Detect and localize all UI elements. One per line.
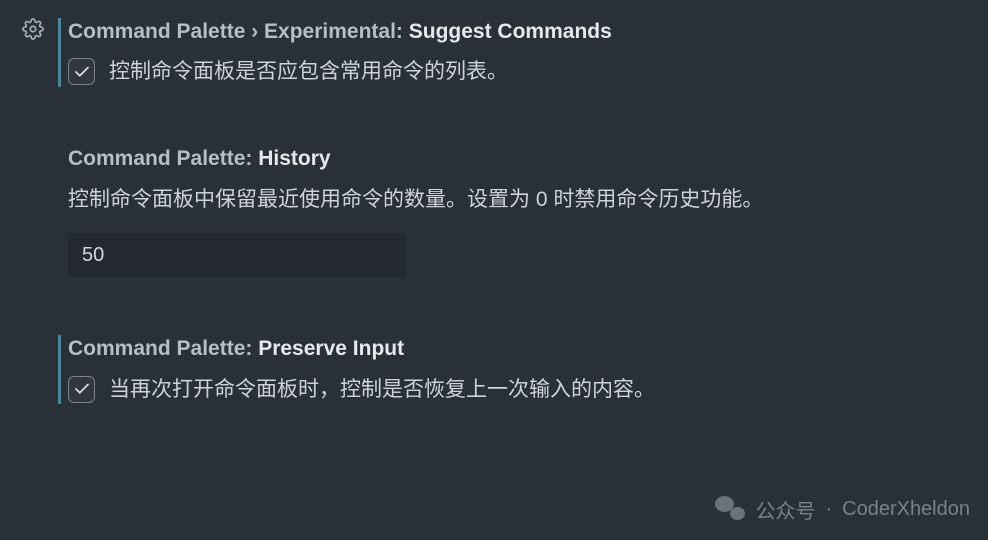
setting-description: 当再次打开命令面板时，控制是否恢复上一次输入的内容。: [109, 375, 655, 404]
setting-title: Command Palette › Experimental: Suggest …: [68, 18, 988, 45]
setting-category: Command Palette:: [68, 147, 258, 170]
suggest-commands-checkbox[interactable]: [68, 58, 95, 85]
modified-indicator: [58, 18, 61, 87]
watermark-label: 公众号: [755, 495, 815, 524]
setting-description: 控制命令面板是否应包含常用命令的列表。: [109, 57, 508, 86]
check-icon: [73, 380, 91, 398]
setting-title: Command Palette: History: [68, 145, 988, 172]
setting-title: Command Palette: Preserve Input: [68, 335, 988, 362]
history-input[interactable]: 50: [68, 233, 406, 277]
watermark: 公众号 · CoderXheldon: [715, 494, 970, 524]
watermark-sep: ·: [825, 498, 832, 521]
watermark-name: CoderXheldon: [842, 498, 970, 521]
wechat-icon: [715, 494, 745, 524]
modified-indicator: [58, 335, 61, 404]
history-value: 50: [82, 244, 104, 267]
setting-category: Command Palette › Experimental:: [68, 20, 409, 43]
preserve-input-checkbox[interactable]: [68, 376, 95, 403]
setting-description: 控制命令面板中保留最近使用命令的数量。设置为 0 时禁用命令历史功能。: [68, 184, 988, 216]
setting-suggest-commands: Command Palette › Experimental: Suggest …: [10, 18, 988, 87]
setting-name: History: [258, 147, 330, 170]
check-icon: [73, 63, 91, 81]
setting-history: Command Palette: History 控制命令面板中保留最近使用命令…: [10, 145, 988, 278]
setting-preserve-input: Command Palette: Preserve Input 当再次打开命令面…: [10, 335, 988, 404]
setting-category: Command Palette:: [68, 337, 258, 360]
setting-name: Preserve Input: [258, 337, 404, 360]
gear-icon[interactable]: [22, 18, 44, 45]
setting-name: Suggest Commands: [409, 20, 612, 43]
